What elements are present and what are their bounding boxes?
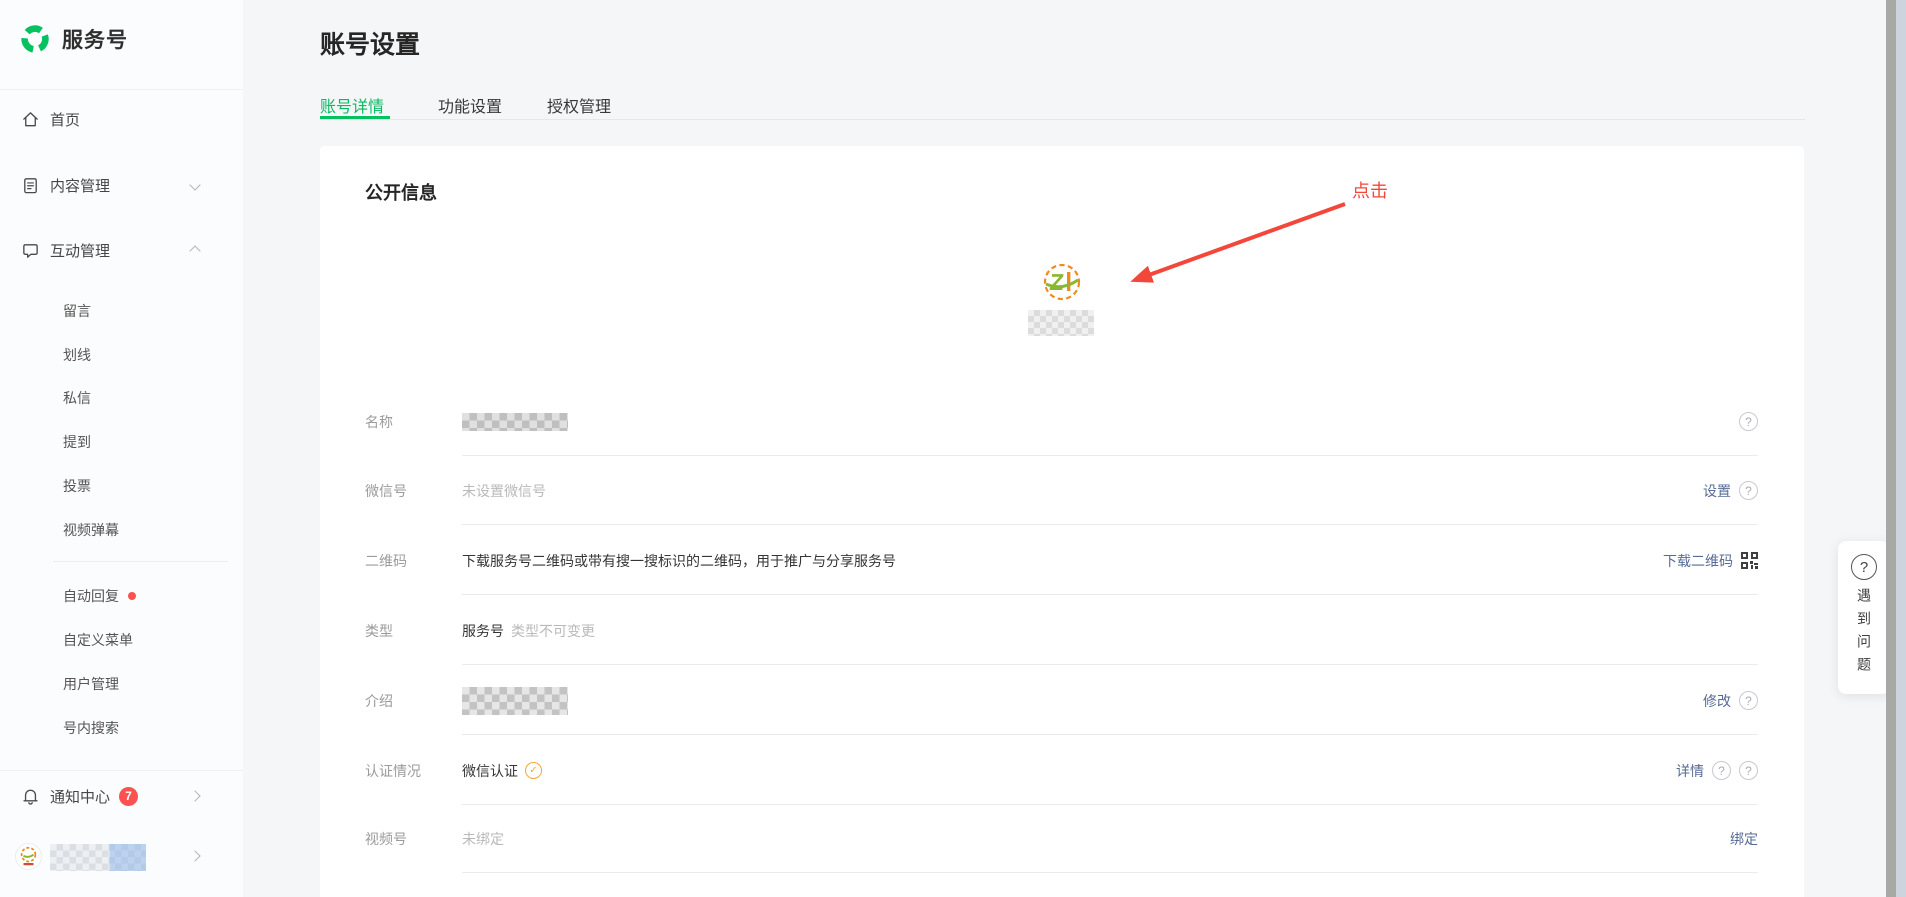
- wechat-id-value: 未设置微信号: [462, 481, 546, 501]
- introduction-value-blurred: [462, 687, 568, 715]
- help-icon[interactable]: ?: [1739, 412, 1758, 431]
- qrcode-icon[interactable]: [1741, 552, 1758, 569]
- sidebar-item-account-search[interactable]: 号内搜索: [63, 718, 119, 738]
- annotation-arrow: [1095, 190, 1365, 300]
- sidebar-item-notification-center[interactable]: 通知中心 7: [0, 779, 243, 813]
- help-icon[interactable]: ?: [1739, 481, 1758, 500]
- form-row-wechat-id: 微信号 未设置微信号 设置 ?: [365, 456, 1758, 525]
- divider: [462, 664, 1758, 665]
- sidebar-item-video-danmaku[interactable]: 视频弹幕: [63, 520, 119, 540]
- sidebar-item-underlines[interactable]: 划线: [63, 345, 91, 365]
- org-logo-icon: [16, 844, 41, 869]
- bell-icon: [21, 787, 40, 806]
- sidebar-item-mentions[interactable]: 提到: [63, 432, 91, 452]
- account-mini-avatar[interactable]: [15, 843, 42, 870]
- channels-value: 未绑定: [462, 829, 504, 849]
- verified-badge-icon: ✓: [525, 762, 542, 779]
- chat-bubble-icon: [21, 241, 40, 260]
- sidebar-item-comments[interactable]: 留言: [63, 301, 91, 321]
- account-type-value: 服务号: [462, 621, 504, 641]
- chevron-up-icon: [189, 245, 200, 256]
- public-info-card: 公开信息 Z 点击 名称 ? 微信号 未设置微信号 设置 ?: [320, 146, 1804, 897]
- help-widget-label: 遇到问题: [1854, 588, 1874, 680]
- service-account-logo-icon: [18, 22, 52, 56]
- form-row-type: 类型 服务号 类型不可变更: [365, 596, 1758, 665]
- sidebar-item-label: 首页: [50, 109, 80, 130]
- bind-channels-link[interactable]: 绑定: [1730, 829, 1758, 849]
- verification-details-link[interactable]: 详情: [1676, 761, 1704, 781]
- scrollbar-thumb[interactable]: [1886, 0, 1896, 897]
- chevron-right-icon: [189, 790, 200, 801]
- sidebar-item-user-management[interactable]: 用户管理: [63, 674, 119, 694]
- divider: [320, 119, 1805, 120]
- help-icon[interactable]: ?: [1739, 761, 1758, 780]
- download-qrcode-link[interactable]: 下载二维码: [1663, 551, 1733, 571]
- divider: [462, 734, 1758, 735]
- sidebar-item-label: 互动管理: [50, 240, 110, 261]
- name-value-blurred: [462, 413, 568, 431]
- sidebar-item-auto-reply[interactable]: 自动回复: [63, 586, 136, 606]
- chevron-down-icon: [189, 179, 200, 190]
- org-logo-icon: Z: [1040, 260, 1084, 304]
- document-icon: [21, 176, 40, 195]
- form-row-introduction: 介绍 修改 ?: [365, 666, 1758, 735]
- sidebar-item-custom-menu[interactable]: 自定义菜单: [63, 630, 133, 650]
- verification-value: 微信认证: [462, 761, 518, 781]
- type-immutable-note: 类型不可变更: [511, 621, 595, 641]
- tab-authorization-management[interactable]: 授权管理: [547, 93, 611, 117]
- sidebar-item-label: 内容管理: [50, 175, 110, 196]
- tab-feature-settings[interactable]: 功能设置: [438, 93, 502, 117]
- account-name-blurred[interactable]: [50, 844, 146, 871]
- account-display-name-blurred: [1028, 310, 1094, 336]
- notification-badge: 7: [119, 787, 138, 806]
- sidebar-item-votes[interactable]: 投票: [63, 476, 91, 496]
- page-title: 账号设置: [320, 25, 420, 61]
- set-wechat-id-link[interactable]: 设置: [1703, 481, 1731, 501]
- divider: [0, 89, 243, 90]
- notification-dot: [128, 592, 136, 600]
- divider: [462, 524, 1758, 525]
- qrcode-description: 下载服务号二维码或带有搜一搜标识的二维码，用于推广与分享服务号: [462, 551, 896, 571]
- help-widget[interactable]: ? 遇到问题: [1838, 541, 1890, 694]
- chevron-right-icon[interactable]: [189, 850, 200, 861]
- tab-account-details[interactable]: 账号详情: [320, 93, 384, 117]
- sidebar-item-interaction-management[interactable]: 互动管理: [0, 233, 243, 267]
- help-icon[interactable]: ?: [1712, 761, 1731, 780]
- account-avatar[interactable]: Z: [1040, 260, 1084, 304]
- form-row-verification: 认证情况 微信认证 ✓ 详情 ? ?: [365, 736, 1758, 805]
- home-icon: [21, 110, 40, 129]
- divider: [0, 770, 243, 771]
- form-row-qrcode: 二维码 下载服务号二维码或带有搜一搜标识的二维码，用于推广与分享服务号 下载二维…: [365, 526, 1758, 595]
- brand: 服务号: [18, 22, 128, 56]
- sidebar: 服务号 首页 内容管理 互动管理 留言 划线 私信 提到 投票 视频弹幕 自动回…: [0, 0, 243, 897]
- svg-text:Z: Z: [1048, 269, 1065, 295]
- sidebar-item-home[interactable]: 首页: [0, 102, 243, 136]
- help-icon[interactable]: ?: [1739, 691, 1758, 710]
- divider: [462, 594, 1758, 595]
- modify-introduction-link[interactable]: 修改: [1703, 691, 1731, 711]
- divider: [53, 561, 228, 562]
- sidebar-item-label: 通知中心: [50, 786, 110, 807]
- sidebar-item-content-management[interactable]: 内容管理: [0, 168, 243, 202]
- sidebar-item-private-messages[interactable]: 私信: [63, 388, 91, 408]
- section-title: 公开信息: [365, 179, 437, 205]
- scrollbar-track[interactable]: [1896, 0, 1906, 897]
- brand-title: 服务号: [62, 24, 128, 54]
- form-row-name: 名称 ?: [365, 387, 1758, 456]
- divider: [462, 872, 1758, 873]
- form-row-channels: 视频号 未绑定 绑定: [365, 804, 1758, 873]
- question-circle-icon: ?: [1851, 554, 1877, 580]
